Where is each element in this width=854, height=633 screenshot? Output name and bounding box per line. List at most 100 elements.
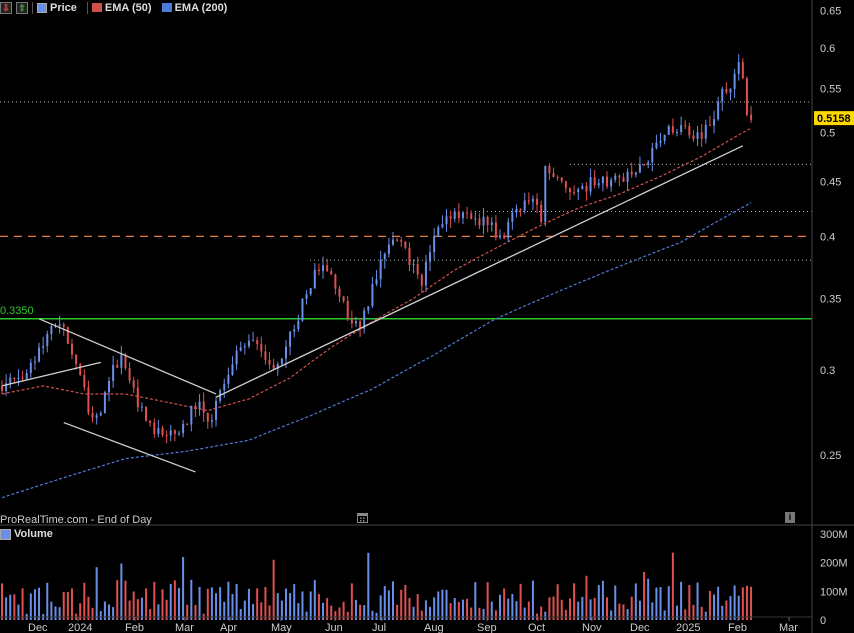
candle-body: [75, 354, 78, 365]
candle-body: [350, 318, 353, 324]
candle-body: [606, 176, 609, 187]
candle-body: [326, 265, 329, 272]
volume-bar: [750, 586, 753, 620]
candle-body: [713, 119, 716, 126]
volume-bar: [313, 580, 316, 620]
volume-label: Volume: [14, 528, 53, 540]
x-tick-label: Dec: [28, 622, 48, 633]
volume-bar: [482, 608, 485, 620]
volume-bar: [330, 605, 333, 620]
volume-bar: [13, 594, 16, 620]
volume-bar: [227, 581, 230, 620]
info-icon[interactable]: i: [785, 512, 795, 523]
candle-body: [1, 385, 3, 391]
candle-body: [383, 253, 386, 260]
candle-body: [354, 321, 357, 324]
y-tick-label: 0.5: [820, 128, 835, 140]
candle-body: [289, 331, 292, 347]
chart-tool-icon-2[interactable]: ⇧: [16, 1, 28, 14]
volume-bar: [675, 605, 678, 620]
candle-body: [87, 387, 90, 413]
candle-body: [478, 218, 481, 226]
candle-body: [99, 413, 102, 416]
x-tick-label: Feb: [125, 622, 144, 633]
volume-bar: [305, 611, 308, 620]
x-tick-label: Oct: [528, 622, 545, 633]
volume-bar: [680, 581, 683, 620]
candle-body: [29, 362, 32, 374]
candle-body: [618, 175, 621, 178]
candle-body: [140, 406, 143, 408]
volume-bar: [416, 593, 419, 620]
volume-bar: [713, 594, 716, 620]
x-tick-label: May: [271, 622, 292, 633]
candle-body: [729, 88, 732, 93]
candle-body: [322, 265, 325, 272]
candle-body: [453, 211, 456, 219]
candle-body: [671, 126, 674, 133]
candle-body: [284, 346, 287, 359]
volume-bar: [108, 604, 111, 620]
volume-bar: [667, 586, 670, 620]
x-tick-label: Nov: [582, 622, 602, 633]
legend-ema50[interactable]: EMA (50): [91, 2, 152, 14]
candle-body: [153, 422, 156, 434]
volume-bar: [655, 587, 658, 620]
trendline: [38, 318, 217, 395]
chart-tool-icon[interactable]: ⇩: [0, 1, 12, 14]
price-candles: [1, 54, 753, 444]
candle-body: [108, 381, 111, 393]
candle-body: [305, 294, 308, 299]
candle-body: [692, 135, 695, 140]
volume-bar: [737, 595, 740, 620]
candle-body: [581, 185, 584, 190]
volume-bar: [371, 610, 374, 620]
candle-body: [527, 200, 530, 202]
volume-bar: [161, 589, 164, 620]
x-tick-label: 2025: [676, 622, 700, 633]
candle-body: [379, 259, 382, 280]
candle-body: [544, 166, 547, 222]
candle-body: [95, 415, 98, 418]
candle-body: [128, 368, 131, 381]
candle-body: [717, 101, 720, 120]
volume-bar: [338, 607, 341, 620]
volume-bar: [9, 594, 12, 620]
volume-bar: [614, 585, 617, 620]
candle-body: [474, 218, 477, 220]
candle-body: [116, 364, 119, 368]
volume-bar: [289, 593, 292, 620]
candle-body: [186, 423, 189, 425]
volume-bar: [284, 588, 287, 620]
candle-body: [548, 166, 551, 174]
volume-bar: [478, 607, 481, 620]
candle-body: [494, 222, 497, 238]
candle-body: [342, 296, 345, 302]
volume-bar: [99, 611, 102, 620]
candle-body: [396, 239, 399, 241]
volume-bar: [190, 579, 193, 620]
candle-body: [371, 284, 374, 307]
calendar-icon[interactable]: [357, 512, 368, 523]
volume-bar: [717, 586, 720, 620]
volume-bar: [29, 593, 32, 620]
legend-price[interactable]: Price: [37, 2, 77, 14]
candle-body: [457, 211, 460, 219]
legend-ema200[interactable]: EMA (200): [161, 2, 227, 14]
volume-bar: [499, 594, 502, 620]
candle-body: [264, 351, 267, 360]
candle-body: [515, 208, 518, 213]
volume-bar: [252, 604, 255, 620]
candle-body: [416, 264, 419, 275]
x-tick-label: Apr: [220, 622, 237, 633]
candle-body: [437, 227, 440, 236]
volume-bar: [38, 587, 41, 620]
candle-body: [725, 88, 728, 93]
candle-body: [83, 374, 86, 388]
candle-body: [622, 177, 625, 182]
volume-bar: [601, 580, 604, 620]
candle-body: [741, 62, 744, 79]
candle-body: [13, 377, 16, 379]
candle-body: [235, 350, 238, 365]
candle-body: [733, 73, 736, 89]
